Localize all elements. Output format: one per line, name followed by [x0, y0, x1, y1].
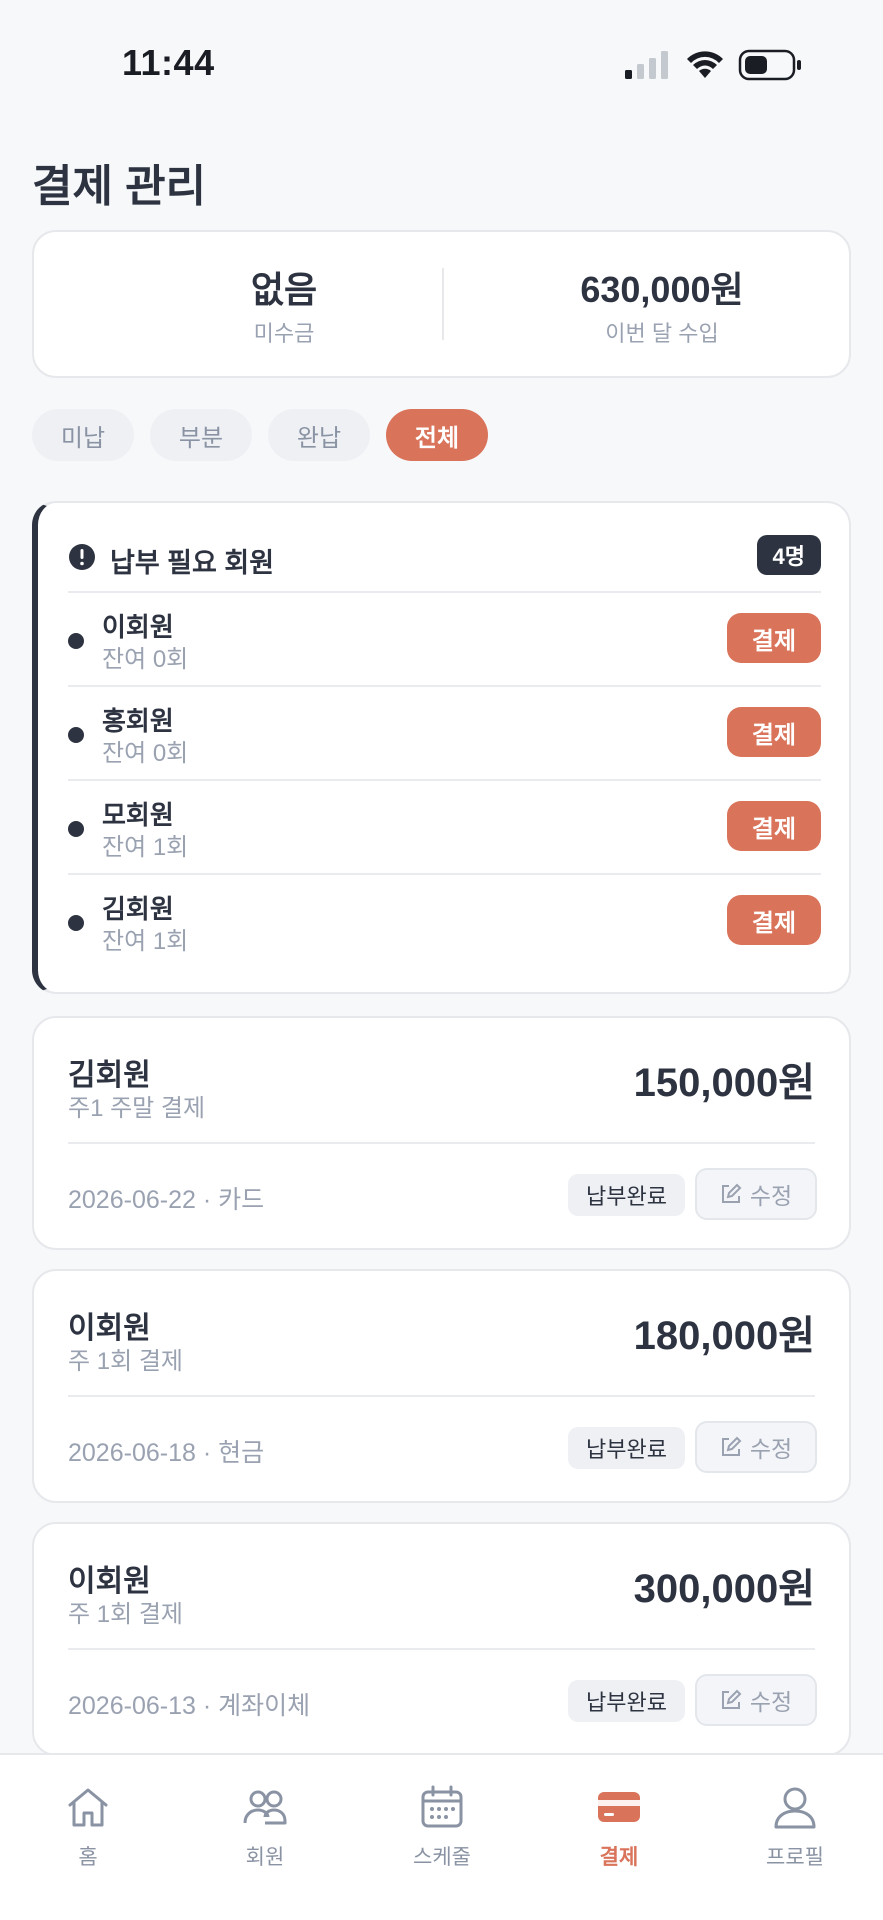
income-label: 이번 달 수입	[605, 321, 719, 346]
due-member-row: 김회원 잔여 1회 결제	[68, 873, 821, 965]
unpaid-value: 없음	[250, 269, 318, 310]
tab-label: 스케줄	[413, 1846, 471, 1869]
payment-meta: 2026-06-22 · 카드	[68, 1186, 265, 1214]
filter-all[interactable]: 전체	[386, 409, 488, 461]
pay-button[interactable]: 결제	[727, 895, 821, 945]
edit-button[interactable]: 수정	[695, 1421, 817, 1473]
bullet-dot	[68, 727, 84, 743]
member-remaining: 잔여 0회	[102, 740, 189, 767]
edit-icon	[721, 1689, 742, 1709]
tab-label: 회원	[245, 1846, 285, 1869]
payment-amount: 180,000원	[633, 1314, 815, 1358]
due-header: 납부 필요 회원 4명	[68, 535, 821, 579]
payment-meta: 2026-06-18 · 현금	[68, 1439, 265, 1467]
payment-plan: 주 1회 결제	[68, 1348, 184, 1375]
bullet-dot	[68, 915, 84, 931]
alert-icon	[69, 544, 95, 570]
payment-card[interactable]: 이회원 주 1회 결제 300,000원 2026-06-13 · 계좌이체 납…	[32, 1522, 851, 1756]
member-remaining: 잔여 0회	[102, 646, 189, 673]
edit-label: 수정	[749, 1436, 793, 1462]
summary-divider	[442, 268, 444, 340]
payment-plan: 주1 주말 결제	[68, 1095, 206, 1122]
payment-amount: 300,000원	[633, 1567, 815, 1611]
filter-paid[interactable]: 완납	[268, 409, 370, 461]
pay-button[interactable]: 결제	[727, 707, 821, 757]
unpaid-summary: 없음 미수금	[104, 268, 464, 348]
profile-icon	[774, 1787, 816, 1829]
due-members-card: 납부 필요 회원 4명 이회원 잔여 0회 결제 홍회원 잔여 0회 결제 모회…	[32, 501, 851, 994]
filter-partial[interactable]: 부분	[150, 409, 252, 461]
filter-unpaid[interactable]: 미납	[32, 409, 134, 461]
due-member-row: 홍회원 잔여 0회 결제	[68, 685, 821, 777]
payment-meta: 2026-06-13 · 계좌이체	[68, 1692, 311, 1720]
payment-amount: 150,000원	[633, 1061, 815, 1105]
page-title: 결제 관리	[32, 162, 207, 211]
bullet-dot	[68, 821, 84, 837]
home-icon	[68, 1788, 108, 1827]
divider	[68, 1142, 815, 1144]
wifi-icon	[687, 51, 723, 78]
tab-profile[interactable]: 프로필	[735, 1783, 855, 1871]
edit-button[interactable]: 수정	[695, 1674, 817, 1726]
status-badge: 납부완료	[568, 1174, 685, 1216]
member-remaining: 잔여 1회	[102, 834, 189, 861]
divider	[68, 1648, 815, 1650]
tab-members[interactable]: 회원	[205, 1783, 325, 1871]
tab-label: 프로필	[766, 1846, 824, 1869]
bottom-tab-bar: 홈 회원 스케줄 결제 프로필	[0, 1753, 883, 1920]
bullet-dot	[68, 633, 84, 649]
tab-payment[interactable]: 결제	[559, 1783, 679, 1871]
tab-schedule[interactable]: 스케줄	[382, 1783, 502, 1871]
income-value: 630,000원	[580, 269, 744, 310]
member-remaining: 잔여 1회	[102, 928, 189, 955]
due-member-row: 모회원 잔여 1회 결제	[68, 779, 821, 871]
calendar-icon	[421, 1785, 463, 1828]
payment-card[interactable]: 이회원 주 1회 결제 180,000원 2026-06-18 · 현금 납부완…	[32, 1269, 851, 1503]
status-time: 11:44	[122, 42, 215, 83]
payment-card[interactable]: 김회원 주1 주말 결제 150,000원 2026-06-22 · 카드 납부…	[32, 1016, 851, 1250]
status-badge: 납부완료	[568, 1427, 685, 1469]
divider	[68, 1395, 815, 1397]
battery-icon	[738, 49, 801, 81]
card-icon	[598, 1792, 640, 1822]
summary-card: 없음 미수금 630,000원 이번 달 수입	[32, 230, 851, 378]
edit-button[interactable]: 수정	[695, 1168, 817, 1220]
edit-label: 수정	[749, 1689, 793, 1715]
status-badge: 납부완료	[568, 1680, 685, 1722]
edit-icon	[721, 1436, 742, 1456]
pay-button[interactable]: 결제	[727, 801, 821, 851]
edit-icon	[721, 1183, 742, 1203]
status-bar: 11:44	[0, 0, 883, 120]
payment-plan: 주 1회 결제	[68, 1601, 184, 1628]
unpaid-label: 미수금	[253, 321, 315, 346]
members-icon	[243, 1790, 287, 1825]
tab-label: 결제	[599, 1846, 639, 1869]
tab-label: 홈	[78, 1846, 98, 1869]
due-count-badge: 4명	[756, 535, 821, 575]
due-title: 납부 필요 회원	[110, 548, 275, 578]
due-member-row: 이회원 잔여 0회 결제	[68, 591, 821, 683]
edit-label: 수정	[749, 1183, 793, 1209]
pay-button[interactable]: 결제	[727, 613, 821, 663]
filter-chips: 미납 부분 완납 전체	[32, 409, 488, 461]
signal-icon	[625, 51, 668, 79]
tab-home[interactable]: 홈	[28, 1783, 148, 1871]
income-summary: 630,000원 이번 달 수입	[482, 268, 842, 348]
